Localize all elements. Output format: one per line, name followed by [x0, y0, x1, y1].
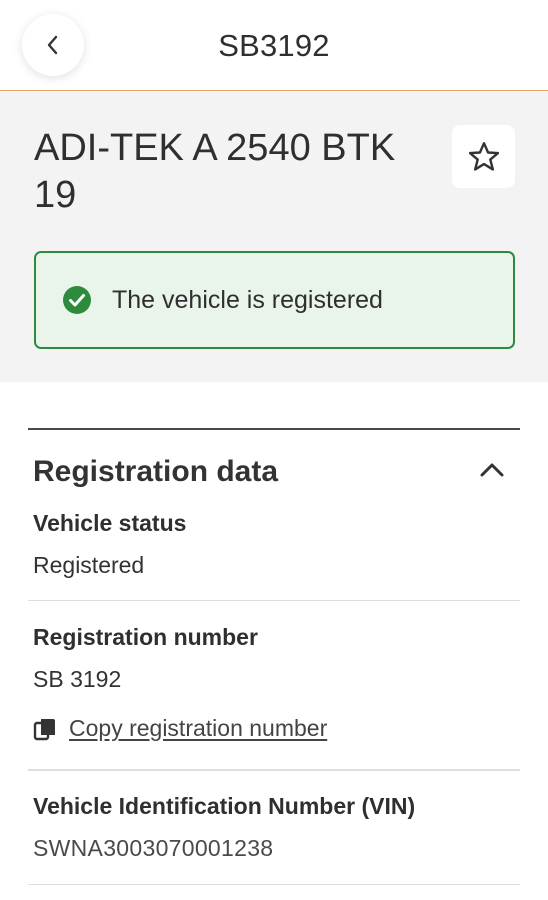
- field-value: SB 3192: [33, 666, 122, 692]
- field-divider: [28, 883, 520, 885]
- registration-section: Registration data Vehicle status Registe…: [28, 428, 520, 885]
- field-value: SWNA3003070001238: [33, 834, 274, 861]
- field-vehicle-status: Vehicle status Registered: [28, 510, 520, 579]
- field-divider: [28, 599, 520, 601]
- copy-icon: [33, 718, 55, 740]
- registration-status-banner: The vehicle is registered: [34, 251, 515, 349]
- chevron-left-icon: [47, 35, 58, 55]
- registration-section-toggle[interactable]: Registration data: [28, 430, 520, 514]
- field-registration-number: Registration number SB 3192 Copy registr…: [28, 624, 520, 742]
- field-vin: Vehicle Identification Number (VIN) SWNA…: [28, 793, 520, 862]
- back-button[interactable]: [22, 14, 84, 76]
- section-title: Registration data: [33, 454, 279, 488]
- field-label: Vehicle Identification Number (VIN): [33, 792, 416, 819]
- field-label: Registration number: [33, 624, 258, 650]
- field-label: Vehicle status: [33, 509, 187, 536]
- field-divider: [28, 769, 520, 771]
- chevron-up-icon: [480, 463, 504, 476]
- check-circle-icon: [63, 286, 91, 314]
- vehicle-title: ADI-TEK A 2540 BTK 19: [34, 127, 396, 216]
- copy-registration-number-link[interactable]: Copy registration number: [33, 715, 520, 742]
- star-outline-icon: [468, 141, 499, 171]
- vehicle-header: ADI-TEK A 2540 BTK 19 The vehicle is reg…: [0, 92, 548, 382]
- copy-link-text: Copy registration number: [69, 715, 328, 741]
- status-text: The vehicle is registered: [112, 285, 383, 314]
- favorite-button[interactable]: [452, 125, 515, 188]
- top-app-bar: SB3192: [0, 0, 548, 91]
- field-value: Registered: [33, 551, 145, 578]
